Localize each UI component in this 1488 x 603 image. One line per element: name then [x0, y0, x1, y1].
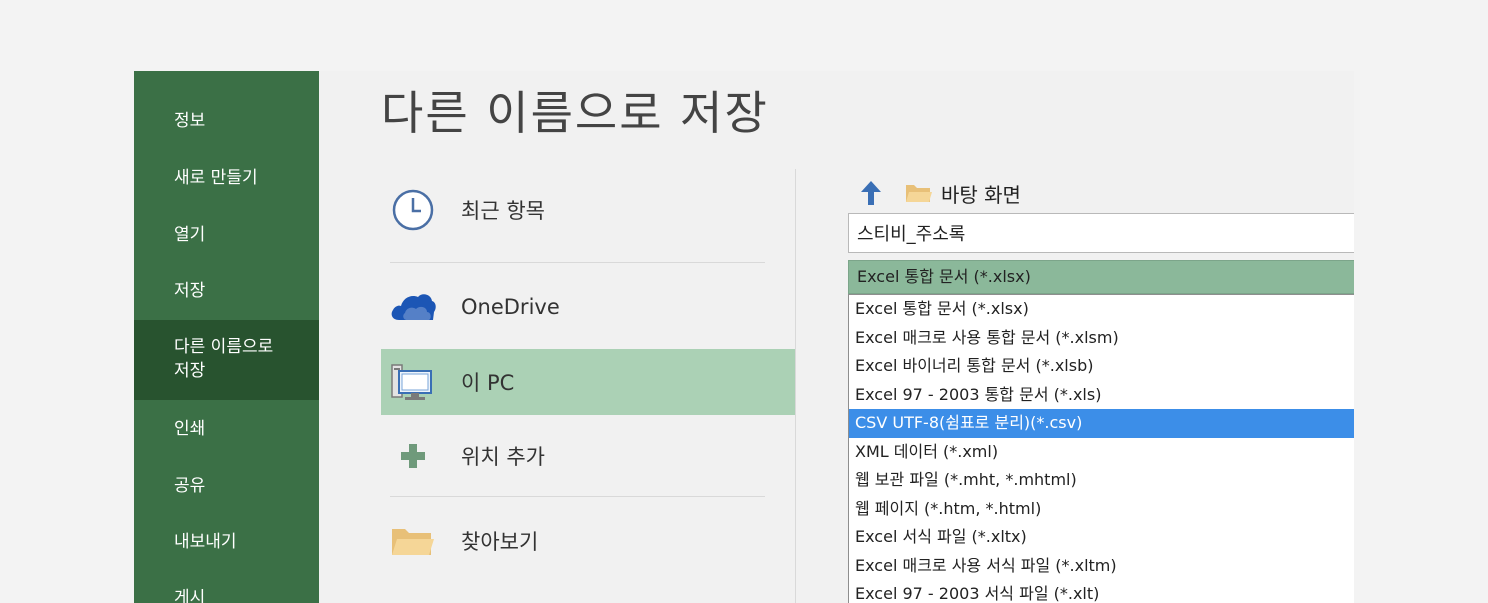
location-label: OneDrive — [461, 295, 560, 319]
file-type-option[interactable]: Excel 통합 문서 (*.xlsx) — [849, 295, 1354, 324]
sidebar-item-print[interactable]: 인쇄 — [134, 417, 319, 441]
clock-icon — [389, 186, 437, 234]
divider — [390, 262, 765, 263]
file-type-select[interactable]: Excel 통합 문서 (*.xlsx) — [848, 260, 1354, 294]
file-type-option-highlighted[interactable]: CSV UTF-8(쉼표로 분리)(*.csv) — [849, 409, 1354, 438]
file-type-option[interactable]: XML 데이터 (*.xml) — [849, 438, 1354, 467]
up-arrow-icon[interactable] — [857, 179, 885, 207]
location-browse[interactable]: 찾아보기 — [381, 508, 795, 574]
location-this-pc[interactable]: 이 PC — [381, 349, 795, 415]
sidebar-item-open[interactable]: 열기 — [134, 223, 319, 247]
location-label: 최근 항목 — [461, 199, 545, 223]
sidebar-item-info[interactable]: 정보 — [134, 109, 319, 133]
backstage-sidebar: 정보 새로 만들기 열기 저장 다른 이름으로 저장 인쇄 공유 내보내기 게시 — [134, 71, 319, 603]
sidebar-item-label: 공유 — [174, 476, 206, 496]
sidebar-item-label: 게시 — [174, 588, 206, 603]
file-type-dropdown-list: Excel 통합 문서 (*.xlsx) Excel 매크로 사용 통합 문서 … — [848, 294, 1354, 603]
file-type-option[interactable]: Excel 매크로 사용 서식 파일 (*.xltm) — [849, 552, 1354, 581]
file-type-option[interactable]: Excel 서식 파일 (*.xltx) — [849, 523, 1354, 552]
sidebar-item-label: 정보 — [174, 111, 206, 131]
plus-icon — [389, 432, 437, 480]
file-type-selected-label: Excel 통합 문서 (*.xlsx) — [857, 267, 1031, 286]
location-add-place[interactable]: 위치 추가 — [381, 423, 795, 489]
location-onedrive[interactable]: OneDrive — [381, 274, 795, 340]
location-label: 찾아보기 — [461, 530, 539, 554]
sidebar-item-label: 인쇄 — [174, 419, 206, 439]
location-recent[interactable]: 최근 항목 — [381, 177, 795, 243]
file-type-option[interactable]: Excel 97 - 2003 통합 문서 (*.xls) — [849, 381, 1354, 410]
page-title: 다른 이름으로 저장 — [381, 86, 769, 140]
sidebar-item-save[interactable]: 저장 — [134, 279, 319, 303]
folder-icon — [905, 181, 933, 205]
sidebar-item-share[interactable]: 공유 — [134, 474, 319, 498]
location-label: 위치 추가 — [461, 445, 545, 469]
sidebar-item-label: 내보내기 — [174, 532, 237, 552]
sidebar-item-export[interactable]: 내보내기 — [134, 530, 319, 554]
sidebar-item-publish[interactable]: 게시 — [134, 586, 319, 603]
divider — [390, 496, 765, 497]
filename-input[interactable] — [848, 213, 1354, 253]
folder-icon — [389, 517, 437, 565]
sidebar-item-save-as[interactable]: 다른 이름으로 저장 — [134, 320, 319, 400]
sidebar-item-label: 저장 — [174, 281, 206, 301]
path-bar: 바탕 화면 — [857, 177, 1021, 209]
backstage-window: 정보 새로 만들기 열기 저장 다른 이름으로 저장 인쇄 공유 내보내기 게시… — [134, 71, 1354, 603]
file-type-option[interactable]: 웹 보관 파일 (*.mht, *.mhtml) — [849, 466, 1354, 495]
sidebar-item-label-line2: 저장 — [174, 361, 206, 381]
cloud-icon — [389, 283, 437, 331]
pane-divider — [795, 169, 796, 603]
computer-icon — [389, 358, 437, 406]
sidebar-item-label: 열기 — [174, 225, 206, 245]
file-type-option[interactable]: Excel 매크로 사용 통합 문서 (*.xlsm) — [849, 324, 1354, 353]
sidebar-item-label-line1: 다른 이름으로 — [174, 337, 274, 357]
file-type-option[interactable]: Excel 97 - 2003 서식 파일 (*.xlt) — [849, 580, 1354, 603]
sidebar-item-new[interactable]: 새로 만들기 — [134, 166, 319, 190]
sidebar-item-label: 새로 만들기 — [174, 168, 258, 188]
save-locations: 최근 항목 OneDrive 이 PC 위치 추가 찾아보기 — [381, 171, 795, 603]
file-type-option[interactable]: 웹 페이지 (*.htm, *.html) — [849, 495, 1354, 524]
current-folder-label[interactable]: 바탕 화면 — [941, 179, 1021, 208]
file-type-option[interactable]: Excel 바이너리 통합 문서 (*.xlsb) — [849, 352, 1354, 381]
location-label: 이 PC — [461, 371, 515, 395]
